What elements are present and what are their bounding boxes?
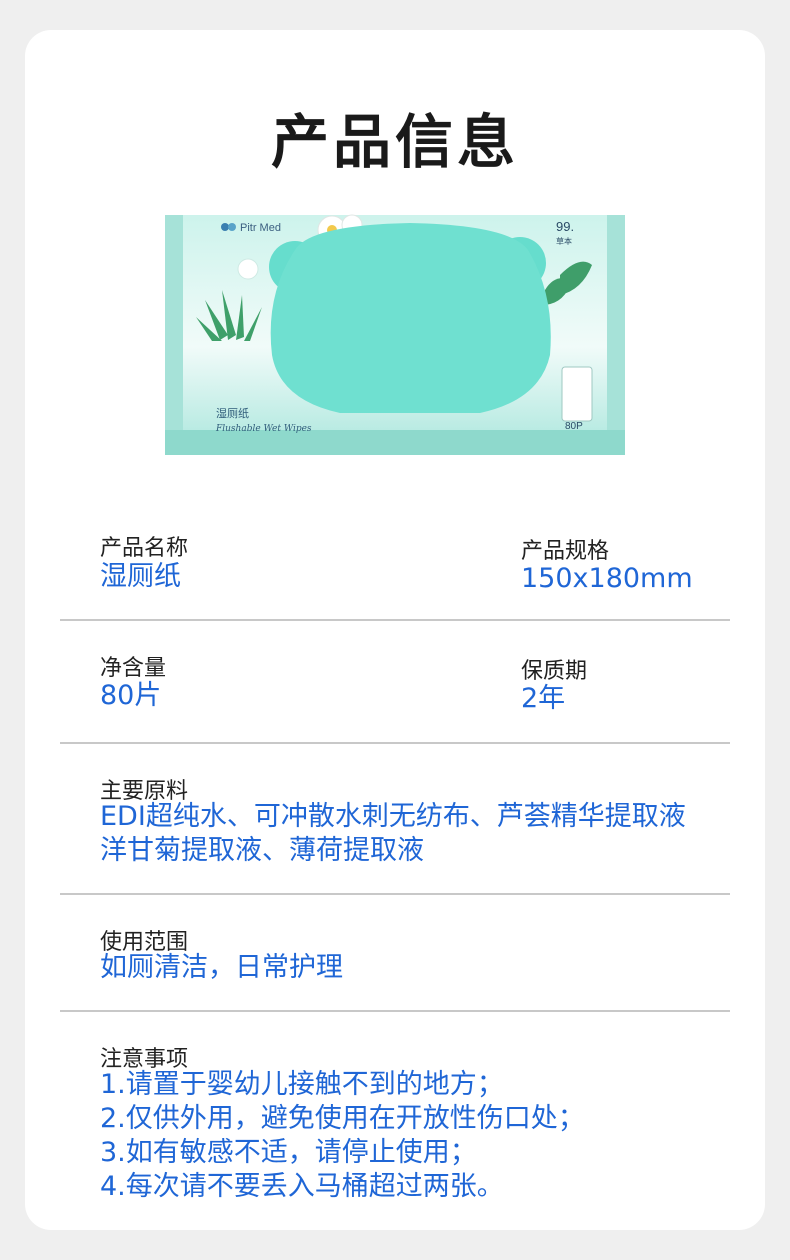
spec-label: 产品规格 xyxy=(521,539,610,564)
divider xyxy=(60,893,730,895)
brand-text: Pitr Med xyxy=(240,222,281,234)
net-content-value: 80片 xyxy=(100,680,162,711)
package-name-en: Flushable Wet Wipes xyxy=(215,424,312,434)
spec-value: 150x180mm xyxy=(521,563,693,594)
small-flower-icon xyxy=(237,258,259,280)
feature-checklist xyxy=(561,366,593,422)
page-title: 产品信息 xyxy=(270,108,519,176)
corner-sub: 草本 xyxy=(556,236,572,246)
ingredients-line: 洋甘菊提取液、薄荷提取液 xyxy=(100,835,424,866)
notes-line: 2.仅供外用，避免使用在开放性伤口处； xyxy=(100,1103,585,1134)
notes-line: 1.请置于婴幼儿接触不到的地方； xyxy=(100,1069,504,1100)
divider xyxy=(60,619,730,621)
shelf-life-value: 2年 xyxy=(521,683,566,714)
notes-line: 3.如有敏感不适，请停止使用； xyxy=(100,1137,477,1168)
product-image: Pitr Med 99. 草本 80P 湿厕纸 Flushable Wet Wi… xyxy=(165,214,625,455)
net-content-label: 净含量 xyxy=(100,656,167,681)
count-mark: 80P xyxy=(565,421,583,432)
usage-value: 如厕清洁，日常护理 xyxy=(100,952,343,983)
package-name-cn: 湿厕纸 xyxy=(216,407,249,420)
corner-mark: 99. xyxy=(556,219,574,234)
package-right-crimp xyxy=(607,215,625,455)
notes-line: 4.每次请不要丢入马桶超过两张。 xyxy=(100,1171,504,1202)
product-name-label: 产品名称 xyxy=(100,536,189,561)
product-name-value: 湿厕纸 xyxy=(100,561,181,592)
shelf-life-label: 保质期 xyxy=(521,659,588,684)
ingredients-line: EDI超纯水、可冲散水刺无纺布、芦荟精华提取液 xyxy=(100,801,686,832)
divider xyxy=(60,742,730,744)
package-lid xyxy=(270,223,551,413)
package-left-crimp xyxy=(165,215,183,455)
divider xyxy=(60,1010,730,1012)
